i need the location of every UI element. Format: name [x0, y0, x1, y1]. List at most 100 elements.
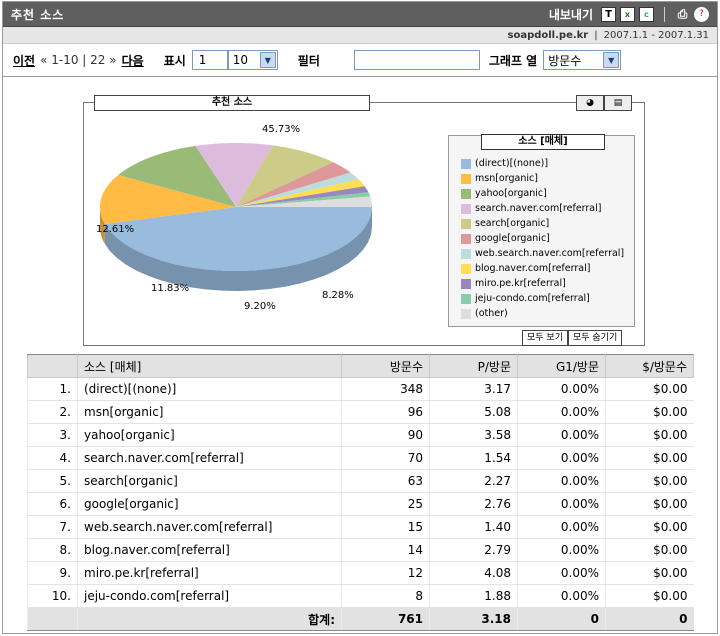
row-visits: 70 [341, 446, 430, 470]
row-goal-conversion: 0.00% [517, 423, 606, 447]
filter-label: 필터 [297, 53, 320, 68]
title-bar: 추천 소스 내보내기 T x c ⎙ ? [3, 2, 717, 27]
row-source-link[interactable]: yahoo[organic] [77, 423, 342, 447]
total-pages-per-visit: 3.18 [429, 607, 518, 631]
row-index: 9. [27, 561, 78, 585]
row-visits: 15 [341, 515, 430, 539]
total-row: 합계: 761 3.18 0 0 [27, 607, 694, 631]
pie-label-yahoo: 11.83% [151, 283, 190, 294]
row-value-per-visit: $0.00 [605, 561, 694, 585]
subbar-divider: | [594, 29, 598, 41]
legend-item[interactable]: search.naver.com[referral] [461, 201, 631, 216]
legend-item[interactable]: (direct)[(none)] [461, 156, 631, 171]
legend-swatch [461, 218, 471, 229]
pagination-bar: 이전 « 1-10 | 22 » 다음 표시 1 10 ▼ 필터 그래프 열 방… [3, 44, 717, 77]
pie-label-naver: 9.20% [244, 301, 276, 312]
row-goal-conversion: 0.00% [517, 515, 606, 539]
hide-all-button[interactable]: 모두 숨기기 [567, 330, 623, 346]
legend-swatch [461, 188, 471, 199]
legend-item[interactable]: msn[organic] [461, 171, 631, 186]
row-source-link[interactable]: msn[organic] [77, 400, 342, 424]
date-range: 2007.1.1 - 2007.1.31 [603, 29, 709, 41]
table-row: 1. (direct)[(none)] 348 3.17 0.00% $0.00 [27, 377, 694, 401]
row-source-link[interactable]: web.search.naver.com[referral] [77, 515, 342, 539]
row-goal-conversion: 0.00% [517, 400, 606, 424]
row-pages-per-visit: 1.54 [429, 446, 518, 470]
next-link[interactable]: 다음 [122, 52, 144, 69]
export-csv-icon[interactable]: c [639, 6, 654, 22]
print-icon[interactable]: ⎙ [675, 7, 690, 22]
legend-item[interactable]: yahoo[organic] [461, 186, 631, 201]
legend-label: blog.naver.com[referral] [475, 263, 591, 274]
display-start-input[interactable]: 1 [191, 50, 228, 70]
row-goal-conversion: 0.00% [517, 584, 606, 608]
row-visits: 14 [341, 538, 430, 562]
export-label: 내보내기 [548, 7, 593, 22]
legend-swatch [461, 308, 471, 319]
row-visits: 96 [341, 400, 430, 424]
legend-item[interactable]: search[organic] [461, 216, 631, 231]
chevron-down-icon: ▼ [603, 52, 620, 68]
filter-input[interactable] [353, 50, 480, 70]
row-source-link[interactable]: (direct)[(none)] [77, 377, 342, 401]
table-row: 9. miro.pe.kr[referral] 12 4.08 0.00% $0.00 [27, 561, 694, 585]
row-visits: 12 [341, 561, 430, 585]
export-xml-icon[interactable]: x [620, 6, 635, 22]
display-count-value: 10 [232, 53, 249, 67]
legend-item[interactable]: blog.naver.com[referral] [461, 261, 631, 276]
legend-item[interactable]: (other) [461, 306, 631, 321]
chart-panel: 추천 소스 ◕ ▤ 45.73% 12.61% 11.83% 9.20% 8.2… [83, 95, 645, 346]
legend-label: web.search.naver.com[referral] [475, 248, 625, 259]
row-value-per-visit: $0.00 [605, 492, 694, 516]
chevron-down-icon: ▼ [259, 52, 276, 68]
legend-swatch [461, 263, 471, 274]
total-spacer [27, 607, 78, 631]
legend-item[interactable]: web.search.naver.com[referral] [461, 246, 631, 261]
table-row: 5. search[organic] 63 2.27 0.00% $0.00 [27, 469, 694, 493]
row-visits: 348 [341, 377, 430, 401]
total-label: 합계: [77, 607, 342, 631]
row-source-link[interactable]: jeju-condo.com[referral] [77, 584, 342, 608]
row-source-link[interactable]: blog.naver.com[referral] [77, 538, 342, 562]
legend-label: (other) [475, 308, 508, 319]
table-row: 2. msn[organic] 96 5.08 0.00% $0.00 [27, 400, 694, 424]
row-index: 1. [27, 377, 78, 401]
col-value-per-visit[interactable]: $/방문수 [605, 354, 694, 378]
row-goal-conversion: 0.00% [517, 469, 606, 493]
graph-column-select[interactable]: 방문수 ▼ [543, 50, 622, 70]
legend-label: google[organic] [475, 233, 550, 244]
legend-item[interactable]: jeju-condo.com[referral] [461, 291, 631, 306]
prev-link[interactable]: 이전 [13, 52, 35, 69]
legend-item[interactable]: miro.pe.kr[referral] [461, 276, 631, 291]
export-tsv-icon[interactable]: T [601, 6, 616, 22]
col-pages-per-visit[interactable]: P/방문 [429, 354, 518, 378]
row-goal-conversion: 0.00% [517, 538, 606, 562]
row-source-link[interactable]: miro.pe.kr[referral] [77, 561, 342, 585]
total-goal-conversion: 0 [517, 607, 606, 631]
table-row: 3. yahoo[organic] 90 3.58 0.00% $0.00 [27, 423, 694, 447]
col-visits[interactable]: 방문수 [341, 354, 430, 378]
legend-list: (direct)[(none)] msn[organic] yahoo[organi… [449, 136, 634, 321]
table-header-row: 소스 [매체] 방문수 P/방문 G1/방문 $/방문수 [27, 354, 694, 378]
graph-column-value: 방문수 [548, 53, 582, 68]
pie-view-button[interactable]: ◕ [576, 95, 604, 111]
row-source-link[interactable]: search.naver.com[referral] [77, 446, 342, 470]
display-label: 표시 [163, 53, 186, 68]
row-source-link[interactable]: search[organic] [77, 469, 342, 493]
legend-swatch [461, 158, 471, 169]
show-all-button[interactable]: 모두 보기 [522, 330, 568, 346]
col-goal-conversion[interactable]: G1/방문 [517, 354, 606, 378]
chart-legend: 소스 [매체] (direct)[(none)] msn[organic] yaho… [448, 134, 635, 327]
legend-swatch [461, 173, 471, 184]
row-value-per-visit: $0.00 [605, 584, 694, 608]
display-count-select[interactable]: 10 ▼ [227, 50, 278, 70]
bar-view-button[interactable]: ▤ [604, 95, 632, 111]
help-icon[interactable]: ? [694, 6, 709, 22]
profile-bar: soapdoll.pe.kr | 2007.1.1 - 2007.1.31 [3, 27, 717, 44]
legend-swatch [461, 233, 471, 244]
data-table: 소스 [매체] 방문수 P/방문 G1/방문 $/방문수 1. (direct)[… [27, 354, 694, 631]
legend-item[interactable]: google[organic] [461, 231, 631, 246]
row-index: 2. [27, 400, 78, 424]
row-source-link[interactable]: google[organic] [77, 492, 342, 516]
col-source[interactable]: 소스 [매체] [77, 354, 342, 378]
